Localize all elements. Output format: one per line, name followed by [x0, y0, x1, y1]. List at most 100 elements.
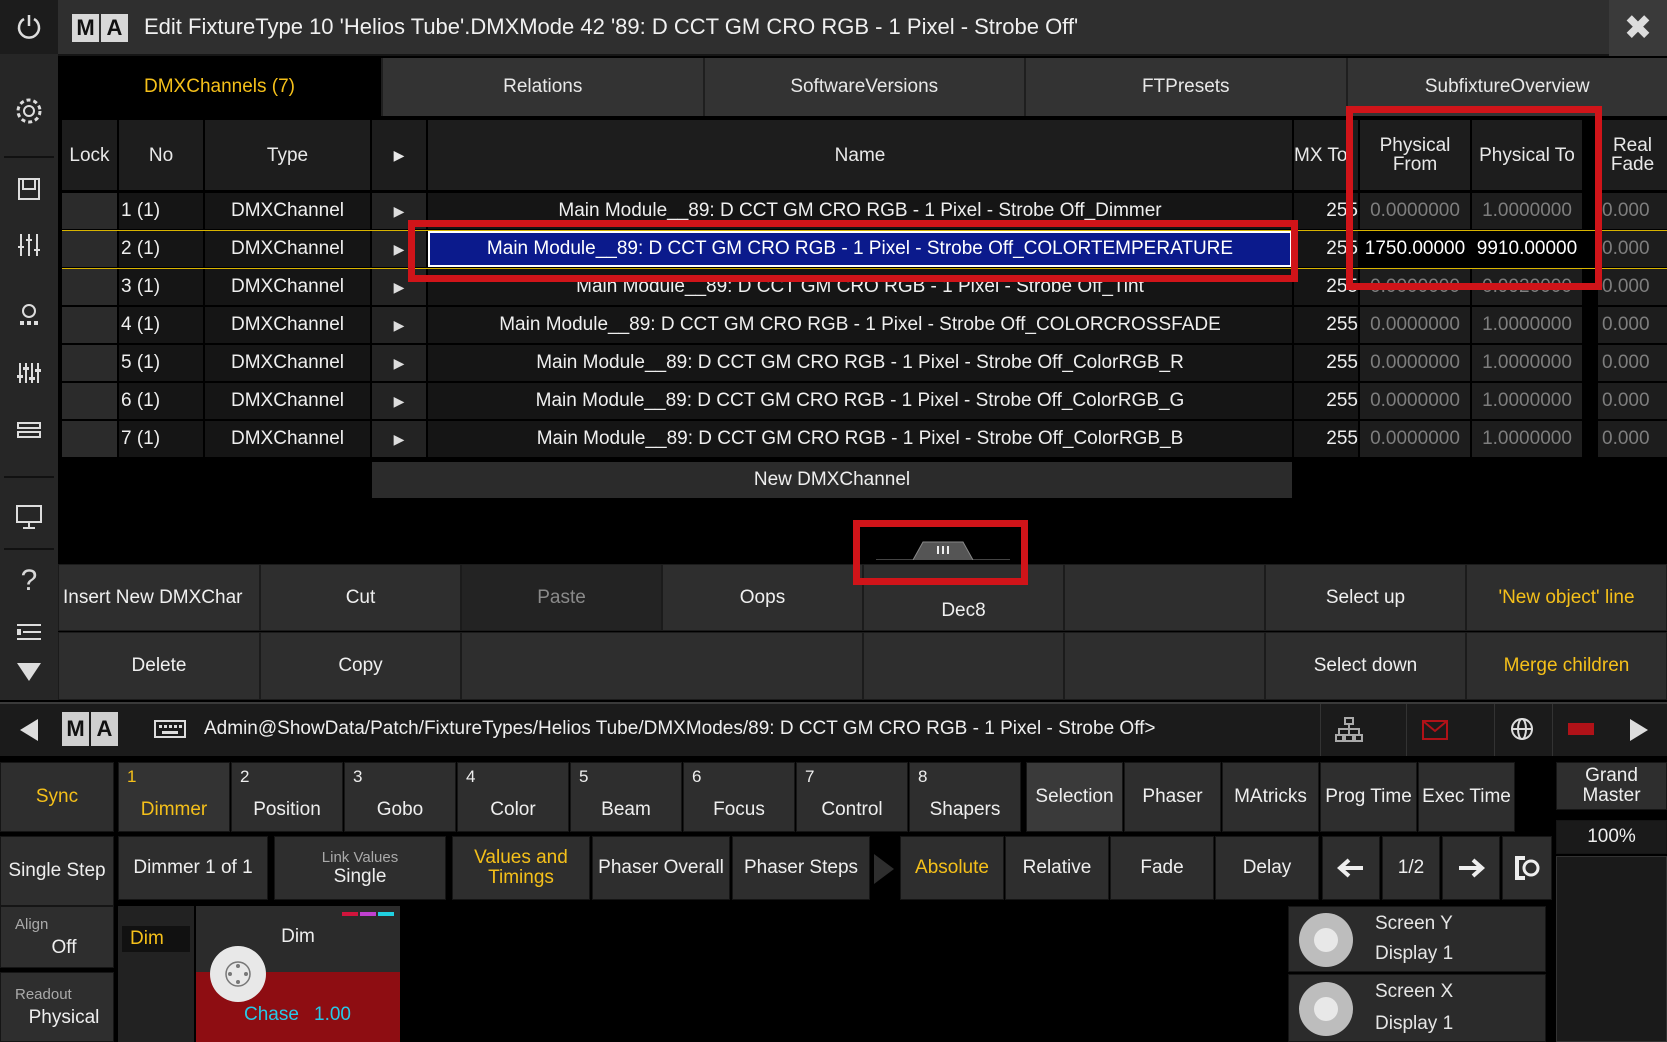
- preset-tab-position[interactable]: 2 Position: [231, 762, 343, 832]
- phaser-steps-button[interactable]: Phaser Steps: [732, 836, 870, 900]
- col-header-physical-to[interactable]: Physical To: [1472, 120, 1582, 190]
- row-type-cell[interactable]: DMXChannel: [205, 231, 370, 267]
- row-physical-from-cell[interactable]: 0.0000000: [1360, 383, 1470, 419]
- fixture-icon[interactable]: [0, 292, 58, 338]
- row-physical-from-cell[interactable]: 0.0000000: [1360, 421, 1470, 457]
- new-object-line-button[interactable]: 'New object' line: [1466, 564, 1667, 631]
- row-type-cell[interactable]: DMXChannel: [205, 269, 370, 305]
- preset-tab-focus[interactable]: 6 Focus: [683, 762, 795, 832]
- row-no-cell[interactable]: 6 (1): [119, 383, 203, 419]
- encoder-screen-y[interactable]: Screen Y Display 1: [1288, 906, 1546, 972]
- row-mx-to-cell[interactable]: 255: [1294, 193, 1358, 229]
- row-no-cell[interactable]: 5 (1): [119, 345, 203, 381]
- monitor-icon[interactable]: [0, 494, 58, 540]
- preset-tab-dimmer[interactable]: 1 Dimmer: [118, 762, 230, 832]
- list-icon[interactable]: [0, 614, 58, 650]
- encoder-screen-x[interactable]: Screen X Display 1: [1288, 974, 1546, 1042]
- gear-icon[interactable]: [0, 86, 58, 136]
- row-type-cell[interactable]: DMXChannel: [205, 345, 370, 381]
- row-mx-to-cell[interactable]: 255: [1294, 231, 1358, 267]
- row-physical-from-cell[interactable]: 0.0000000: [1360, 345, 1470, 381]
- message-icon[interactable]: [1406, 704, 1462, 756]
- row-real-fade-cell[interactable]: 0.000: [1598, 307, 1667, 343]
- fade-button[interactable]: Fade: [1110, 836, 1214, 900]
- keyboard-icon[interactable]: [154, 720, 186, 743]
- col-header-real-fade[interactable]: Real Fade: [1598, 120, 1667, 190]
- row-no-cell[interactable]: 7 (1): [119, 421, 203, 457]
- record-status-icon[interactable]: [1552, 704, 1608, 756]
- executor-icon[interactable]: [0, 408, 58, 454]
- row-lock-cell[interactable]: [62, 193, 117, 229]
- preset-tab-gobo[interactable]: 3 Gobo: [344, 762, 456, 832]
- row-name-cell[interactable]: Main Module__89: D CCT GM CRO RGB - 1 Pi…: [428, 193, 1292, 229]
- view-button-phaser[interactable]: Phaser: [1124, 762, 1221, 832]
- row-lock-cell[interactable]: [62, 231, 117, 267]
- row-real-fade-cell[interactable]: 0.000: [1598, 231, 1667, 267]
- row-expand-arrow[interactable]: ▶: [372, 231, 426, 267]
- tab-subfixtureoverview[interactable]: SubfixtureOverview: [1347, 58, 1667, 116]
- row-mx-to-cell[interactable]: 255: [1294, 383, 1358, 419]
- row-mx-to-cell[interactable]: 255: [1294, 307, 1358, 343]
- delay-button[interactable]: Delay: [1215, 836, 1319, 900]
- row-lock-cell[interactable]: [62, 307, 117, 343]
- network-tree-icon[interactable]: [1320, 704, 1376, 756]
- row-no-cell[interactable]: 1 (1): [119, 193, 203, 229]
- preset-tab-control[interactable]: 7 Control: [796, 762, 908, 832]
- grand-master-value[interactable]: 100%: [1556, 820, 1667, 854]
- row-type-cell[interactable]: DMXChannel: [205, 307, 370, 343]
- select-down-button[interactable]: Select down: [1265, 632, 1466, 700]
- row-real-fade-cell[interactable]: 0.000: [1598, 345, 1667, 381]
- dim-feature-tag[interactable]: Dim: [122, 926, 190, 952]
- encoder-knob-icon[interactable]: [210, 946, 266, 1002]
- oops-button[interactable]: Oops: [662, 564, 863, 631]
- delete-button[interactable]: Delete: [58, 632, 260, 700]
- row-lock-cell[interactable]: [62, 383, 117, 419]
- row-real-fade-cell[interactable]: 0.000: [1598, 421, 1667, 457]
- tab-dmxchannels[interactable]: DMXChannels (7): [58, 58, 383, 116]
- close-icon[interactable]: ✖: [1609, 0, 1667, 56]
- arrow-right-icon[interactable]: [1610, 704, 1667, 756]
- preset-mode-icon[interactable]: [1502, 836, 1552, 900]
- row-mx-to-cell[interactable]: 255: [1294, 421, 1358, 457]
- col-header-no[interactable]: No: [119, 120, 203, 190]
- row-physical-to-cell[interactable]: 1.0000000: [1472, 193, 1582, 229]
- arrow-right-icon[interactable]: [1442, 836, 1500, 900]
- row-name-cell[interactable]: Main Module__89: D CCT GM CRO RGB - 1 Pi…: [428, 345, 1292, 381]
- col-header-mx-to[interactable]: MX To: [1294, 120, 1358, 190]
- col-header-lock[interactable]: Lock: [62, 120, 117, 190]
- dim-attribute-tile[interactable]: Dim Chase 1.00: [196, 906, 400, 1042]
- row-physical-to-cell[interactable]: 0.9920000: [1472, 269, 1582, 305]
- row-name-cell[interactable]: Main Module__89: D CCT GM CRO RGB - 1 Pi…: [428, 383, 1292, 419]
- row-lock-cell[interactable]: [62, 421, 117, 457]
- row-physical-to-cell[interactable]: 9910.00000: [1472, 231, 1582, 267]
- row-physical-to-cell[interactable]: 1.0000000: [1472, 383, 1582, 419]
- grand-master-fader[interactable]: [1556, 856, 1667, 1042]
- new-dmxchannel-button[interactable]: New DMXChannel: [372, 462, 1292, 498]
- copy-button[interactable]: Copy: [260, 632, 461, 700]
- view-button-exec-time[interactable]: Exec Time: [1418, 762, 1515, 832]
- preset-tab-shapers[interactable]: 8 Shapers: [909, 762, 1021, 832]
- view-button-selection[interactable]: Selection: [1026, 762, 1123, 832]
- row-expand-arrow[interactable]: ▶: [372, 421, 426, 457]
- arrow-left-icon[interactable]: [0, 704, 58, 756]
- row-mx-to-cell[interactable]: 255: [1294, 269, 1358, 305]
- tab-relations[interactable]: Relations: [383, 58, 705, 116]
- row-name-cell[interactable]: Main Module__89: D CCT GM CRO RGB - 1 Pi…: [428, 307, 1292, 343]
- row-name-cell[interactable]: Main Module__89: D CCT GM CRO RGB - 1 Pi…: [428, 231, 1292, 267]
- row-mx-to-cell[interactable]: 255: [1294, 345, 1358, 381]
- absolute-button[interactable]: Absolute: [900, 836, 1004, 900]
- row-type-cell[interactable]: DMXChannel: [205, 193, 370, 229]
- col-header-name[interactable]: Name: [428, 120, 1292, 190]
- faders-icon[interactable]: [0, 222, 58, 268]
- single-step-button[interactable]: Single Step: [0, 836, 114, 906]
- row-expand-arrow[interactable]: ▶: [372, 345, 426, 381]
- row-lock-cell[interactable]: [62, 269, 117, 305]
- resize-handle[interactable]: [868, 540, 1018, 561]
- align-button[interactable]: Align Off: [0, 906, 114, 968]
- col-header-physical-from[interactable]: Physical From: [1360, 120, 1470, 190]
- row-physical-from-cell[interactable]: 0.0000000: [1360, 193, 1470, 229]
- scroll-down-icon[interactable]: [0, 652, 58, 692]
- row-physical-from-cell[interactable]: 0.0000000: [1360, 269, 1470, 305]
- row-expand-arrow[interactable]: ▶: [372, 193, 426, 229]
- row-type-cell[interactable]: DMXChannel: [205, 421, 370, 457]
